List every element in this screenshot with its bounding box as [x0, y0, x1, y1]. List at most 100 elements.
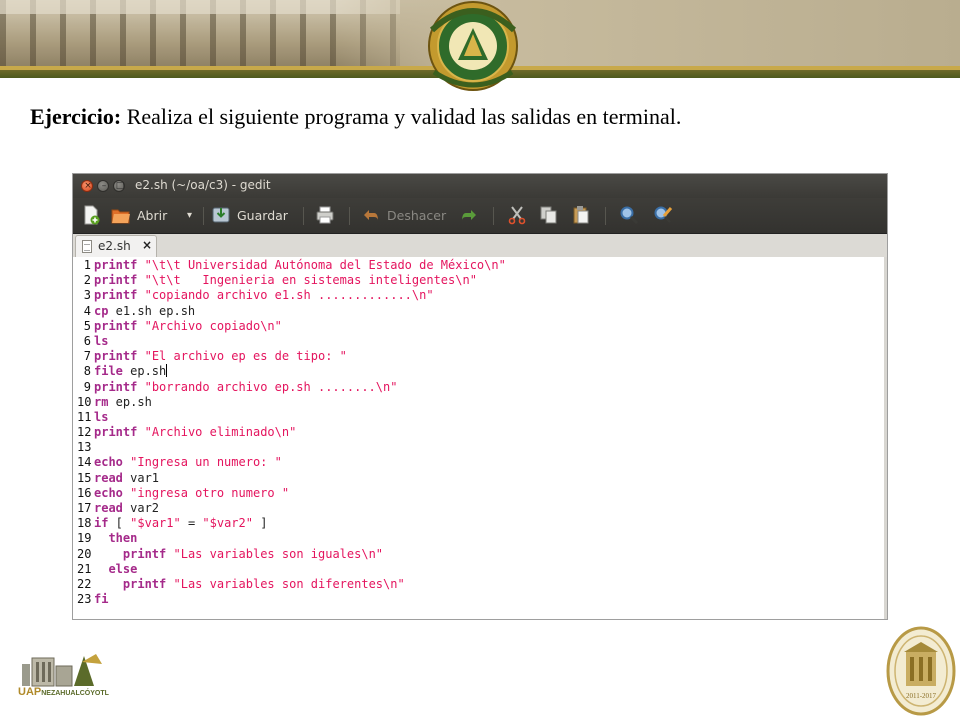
line-number: 6 — [83, 333, 91, 348]
new-document-icon — [81, 205, 101, 225]
document-tabs: e2.sh × — [73, 234, 887, 258]
code-line[interactable]: 12 printf "Archivo eliminado\n" — [77, 425, 506, 440]
code-string: "\t\t Universidad Autónoma del Estado de… — [144, 258, 506, 272]
code-keyword: printf — [94, 349, 138, 364]
code-line[interactable]: 23 fi — [77, 592, 506, 607]
uap-logo-caption: UAPNEZAHUALCÓYOTL — [18, 686, 109, 698]
undo-label: Deshacer — [387, 207, 447, 223]
code-line[interactable]: 11 ls — [77, 410, 506, 425]
code-line[interactable]: 3 printf "copiando archivo e1.sh ........… — [77, 288, 506, 303]
copy-button[interactable] — [539, 203, 565, 227]
close-icon: × — [84, 181, 92, 191]
line-number: 12 — [77, 425, 92, 440]
print-button[interactable] — [315, 203, 341, 227]
uap-logo-text: UAP — [18, 686, 42, 698]
save-button[interactable]: Guardar — [211, 203, 288, 227]
open-button[interactable]: Abrir — [111, 203, 167, 227]
code-line[interactable]: 1 printf "\t\t Universidad Autónoma del E… — [77, 258, 506, 273]
code-line[interactable]: 2 printf "\t\t Ingenieria en sistemas int… — [77, 273, 506, 288]
tab-e2-sh[interactable]: e2.sh × — [75, 235, 157, 257]
line-number: 19 — [77, 531, 92, 546]
find-replace-button[interactable] — [653, 203, 679, 227]
code-line[interactable]: 21 else — [77, 562, 506, 577]
toolbar-separator — [605, 207, 606, 225]
maximize-icon: □ — [115, 181, 125, 191]
code-line[interactable]: 6 ls — [77, 334, 506, 349]
toolbar: Abrir ▾ Guardar Deshacer — [73, 198, 887, 234]
open-recent-dropdown[interactable]: ▾ — [187, 203, 192, 227]
code-line[interactable]: 20 printf "Las variables son iguales\n" — [77, 547, 506, 562]
undo-button[interactable]: Deshacer — [361, 203, 446, 227]
text-cursor — [166, 364, 168, 378]
code-string: "Archivo eliminado\n" — [144, 425, 297, 440]
cut-button[interactable] — [507, 203, 533, 227]
code-line[interactable]: 19 then — [77, 531, 506, 546]
code-keyword: echo — [94, 455, 123, 470]
find-button[interactable] — [619, 203, 645, 227]
code-line[interactable]: 7 printf "El archivo ep es de tipo: " — [77, 349, 506, 364]
code-keyword: read — [94, 501, 123, 515]
code-line[interactable]: 8 file ep.sh — [77, 364, 506, 379]
slide-title: Ejercicio: Realiza el siguiente programa… — [30, 104, 930, 130]
folder-open-icon — [111, 205, 131, 225]
code-line[interactable]: 18 if [ "$var1" = "$var2" ] — [77, 516, 506, 531]
editor-scrollbar[interactable] — [884, 257, 887, 619]
code-line[interactable]: 5 printf "Archivo copiado\n" — [77, 319, 506, 334]
code-keyword: printf — [94, 425, 138, 440]
window-maximize-button[interactable]: □ — [113, 180, 125, 192]
code-keyword: file — [94, 364, 123, 379]
line-number: 18 — [77, 516, 92, 531]
code-line[interactable]: 17 read var2 — [77, 501, 506, 516]
uap-logo-subtext: NEZAHUALCÓYOTL — [41, 690, 109, 697]
code-keyword: else — [108, 561, 138, 576]
code-editor[interactable]: 1 printf "\t\t Universidad Autónoma del E… — [73, 257, 887, 619]
toolbar-separator — [203, 207, 204, 225]
code-text: ] — [252, 516, 268, 531]
redo-button[interactable] — [459, 203, 485, 227]
code-line[interactable]: 16 echo "ingresa otro numero " — [77, 486, 506, 501]
code-line[interactable]: 10 rm ep.sh — [77, 395, 506, 410]
code-line[interactable]: 13 — [77, 440, 506, 455]
code-string: "ingresa otro numero " — [130, 485, 290, 500]
code-string: "$var1" — [130, 516, 181, 531]
code-keyword: printf — [122, 546, 167, 561]
code-string: "\t\t Ingenieria en sistemas inteligente… — [144, 273, 477, 288]
new-button[interactable] — [81, 203, 107, 227]
line-number: 8 — [83, 364, 91, 379]
code-text: var2 — [122, 501, 160, 515]
code-keyword: cp — [94, 303, 109, 318]
code-line[interactable]: 4 cp e1.sh ep.sh — [77, 304, 506, 319]
code-string: "Las variables son diferentes\n" — [173, 576, 405, 591]
line-number: 3 — [83, 288, 91, 303]
code-line[interactable]: 22 printf "Las variables son diferentes\… — [77, 577, 506, 592]
window-titlebar[interactable]: × – □ e2.sh (~/oa/c3) - gedit — [73, 174, 887, 198]
window-close-button[interactable]: × — [81, 180, 93, 192]
toolbar-separator — [303, 207, 304, 225]
code-string: "Las variables son iguales\n" — [173, 546, 384, 561]
code-keyword: rm — [94, 394, 109, 409]
anniversary-medal-logo: 2011-2017 — [886, 626, 956, 716]
toolbar-separator — [493, 207, 494, 225]
line-number: 11 — [77, 409, 92, 424]
code-line[interactable]: 14 echo "Ingresa un numero: " — [77, 455, 506, 470]
window-minimize-button[interactable]: – — [97, 180, 109, 192]
find-replace-icon — [653, 205, 673, 225]
line-number: 13 — [77, 440, 92, 455]
code-keyword: ls — [94, 333, 109, 348]
code-keyword: echo — [94, 485, 123, 500]
code-keyword: printf — [122, 576, 167, 591]
paste-button[interactable] — [571, 203, 597, 227]
line-number: 22 — [77, 576, 92, 591]
line-number: 7 — [83, 349, 91, 364]
code-string: "borrando archivo ep.sh ........\n" — [144, 379, 398, 394]
code-line[interactable]: 9 printf "borrando archivo ep.sh ........… — [77, 380, 506, 395]
uaem-seal-logo — [414, 0, 532, 96]
tab-close-icon[interactable]: × — [142, 238, 152, 252]
code-line[interactable]: 15 read var1 — [77, 471, 506, 486]
